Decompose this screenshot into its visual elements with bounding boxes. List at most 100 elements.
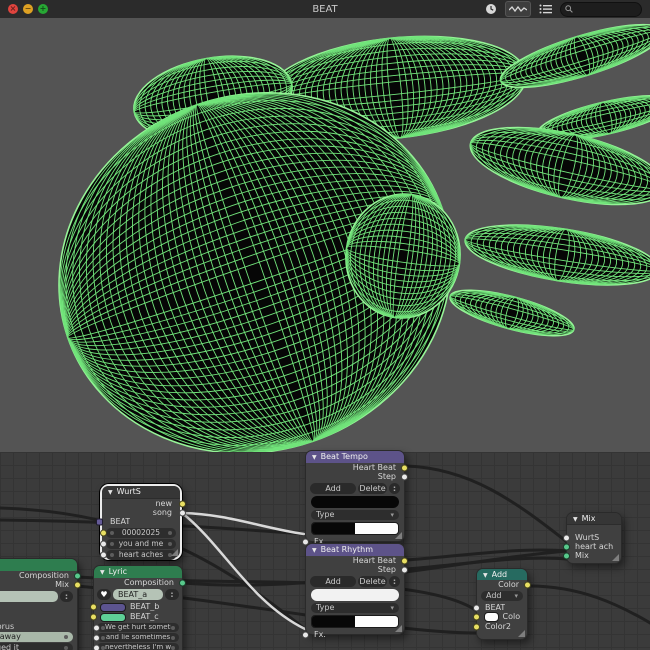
- type-dropdown[interactable]: Type: [311, 603, 399, 613]
- socket-heart-beat[interactable]: [401, 464, 408, 471]
- socket-beat-c[interactable]: [90, 613, 97, 621]
- node-header[interactable]: [0, 559, 77, 571]
- socket-heart-ache[interactable]: [563, 543, 570, 550]
- socket-beat[interactable]: [473, 604, 480, 611]
- slider-arrow-icon[interactable]: [64, 635, 68, 639]
- socket-value[interactable]: [100, 529, 107, 537]
- socket-composition[interactable]: [74, 572, 81, 579]
- blend-mode-dropdown[interactable]: Add: [481, 591, 523, 601]
- node-add[interactable]: Add Color Add BEAT Color1 Color2: [473, 568, 531, 640]
- value-row[interactable]: you and me: [100, 539, 176, 549]
- node-beat-tempo[interactable]: Beat Tempo Heart Beat Step Add Delete Ty…: [302, 450, 408, 546]
- text-field-active[interactable]: hear faraway: [0, 632, 73, 642]
- value-row[interactable]: heart aches: [100, 550, 176, 560]
- slider-arrow-icon[interactable]: [64, 646, 68, 650]
- ramp-black[interactable]: [312, 616, 355, 627]
- node-header[interactable]: Mix: [567, 513, 621, 525]
- node-lyric[interactable]: Lyric Composition BEAT_a BEAT_b BEAT_c W…: [90, 565, 186, 650]
- type-dropdown[interactable]: Type: [311, 510, 399, 520]
- slider-right-icon[interactable]: [168, 542, 172, 546]
- resize-grip[interactable]: [612, 554, 619, 561]
- lyric-line[interactable]: and lie sometimes: [93, 633, 179, 642]
- socket-value[interactable]: [100, 540, 107, 548]
- node-beat-rhythm[interactable]: Beat Rhythm Heart Beat Step Add Delete T…: [302, 543, 408, 639]
- color-ramp[interactable]: [311, 615, 399, 628]
- collapse-icon[interactable]: [312, 546, 317, 554]
- list-bar[interactable]: [311, 589, 399, 601]
- lyric-line[interactable]: We get hurt sometimes: [93, 623, 179, 632]
- collapse-icon[interactable]: [573, 515, 578, 523]
- ramp-white[interactable]: [355, 616, 398, 627]
- list-icon[interactable]: [536, 2, 555, 16]
- resize-grip[interactable]: [395, 625, 402, 632]
- delete-button[interactable]: Delete: [358, 483, 387, 494]
- socket-wurts[interactable]: [563, 534, 570, 541]
- search-input[interactable]: [576, 3, 637, 15]
- node-mix[interactable]: Mix WurtS heart ache Mix: [563, 512, 622, 564]
- socket-mix[interactable]: [563, 552, 570, 559]
- text-field[interactable]: it, pursued it: [0, 643, 73, 650]
- node-header[interactable]: Add: [477, 569, 527, 580]
- node-header[interactable]: Beat Tempo: [306, 451, 404, 463]
- value-row[interactable]: 00002025: [100, 528, 176, 538]
- viewport-3d[interactable]: [0, 18, 650, 452]
- node-composition-partial[interactable]: Composition Mix BEAT_b BEAT_c BEAT_choru…: [0, 558, 81, 650]
- slider-left-icon[interactable]: [101, 635, 105, 640]
- collapse-icon[interactable]: [312, 453, 317, 461]
- delete-button[interactable]: Delete: [358, 576, 387, 587]
- resize-grip[interactable]: [171, 549, 178, 556]
- node-header[interactable]: WurtS: [102, 486, 180, 499]
- add-button[interactable]: Add: [310, 576, 357, 587]
- socket-composition[interactable]: [179, 579, 186, 586]
- slider-right-icon[interactable]: [171, 645, 175, 650]
- socket-color[interactable]: [524, 581, 531, 588]
- search-field[interactable]: [560, 1, 642, 17]
- color-ramp[interactable]: [311, 522, 399, 535]
- menu-button[interactable]: [389, 483, 400, 494]
- favorite-button[interactable]: [97, 589, 111, 600]
- color-swatch-green[interactable]: [100, 612, 126, 622]
- socket-new[interactable]: [179, 500, 186, 507]
- activity-icon[interactable]: [505, 1, 531, 17]
- color-swatch-purple[interactable]: [100, 602, 126, 612]
- socket-beat-b[interactable]: [90, 603, 97, 611]
- socket-step[interactable]: [401, 566, 408, 573]
- add-button[interactable]: Add: [310, 483, 357, 494]
- node-header[interactable]: Lyric: [94, 566, 182, 578]
- socket-lyric[interactable]: [93, 634, 100, 641]
- slider-left-icon[interactable]: [110, 553, 114, 557]
- node-wurts[interactable]: WurtS new song BEAT 00002025 you and me: [96, 484, 186, 560]
- menu-button[interactable]: [389, 576, 400, 587]
- socket-fx[interactable]: [302, 631, 309, 639]
- slider-right-icon[interactable]: [171, 635, 175, 640]
- resize-grip[interactable]: [518, 630, 525, 637]
- socket-mix[interactable]: [74, 581, 81, 588]
- socket-value[interactable]: [100, 551, 107, 559]
- socket-lyric[interactable]: [93, 644, 100, 650]
- lyric-line[interactable]: nevertheless I'm waiting: [93, 643, 179, 650]
- slider-left-icon[interactable]: [110, 531, 114, 535]
- collapse-icon[interactable]: [483, 571, 488, 579]
- clock-icon[interactable]: [482, 2, 500, 16]
- socket-heart-beat[interactable]: [401, 557, 408, 564]
- socket-color2[interactable]: [473, 623, 480, 630]
- ramp-white[interactable]: [355, 523, 398, 534]
- socket-lyric[interactable]: [93, 624, 100, 631]
- socket-color1[interactable]: [473, 613, 480, 621]
- slider-left-icon[interactable]: [110, 542, 114, 546]
- menu-button[interactable]: [165, 589, 179, 600]
- list-bar[interactable]: [311, 496, 399, 508]
- resize-grip[interactable]: [395, 532, 402, 539]
- color1-swatch[interactable]: [484, 612, 500, 622]
- socket-beat[interactable]: [96, 518, 103, 526]
- ramp-black[interactable]: [312, 523, 355, 534]
- node-header[interactable]: Beat Rhythm: [306, 544, 404, 556]
- collapse-icon[interactable]: [108, 488, 113, 496]
- beat-a-field[interactable]: BEAT_a: [113, 589, 163, 600]
- slider-right-icon[interactable]: [168, 531, 172, 535]
- collapse-icon[interactable]: [100, 568, 105, 576]
- socket-step[interactable]: [401, 473, 408, 480]
- value-field[interactable]: [0, 591, 58, 602]
- socket-song[interactable]: [179, 509, 186, 516]
- menu-button[interactable]: [60, 591, 73, 602]
